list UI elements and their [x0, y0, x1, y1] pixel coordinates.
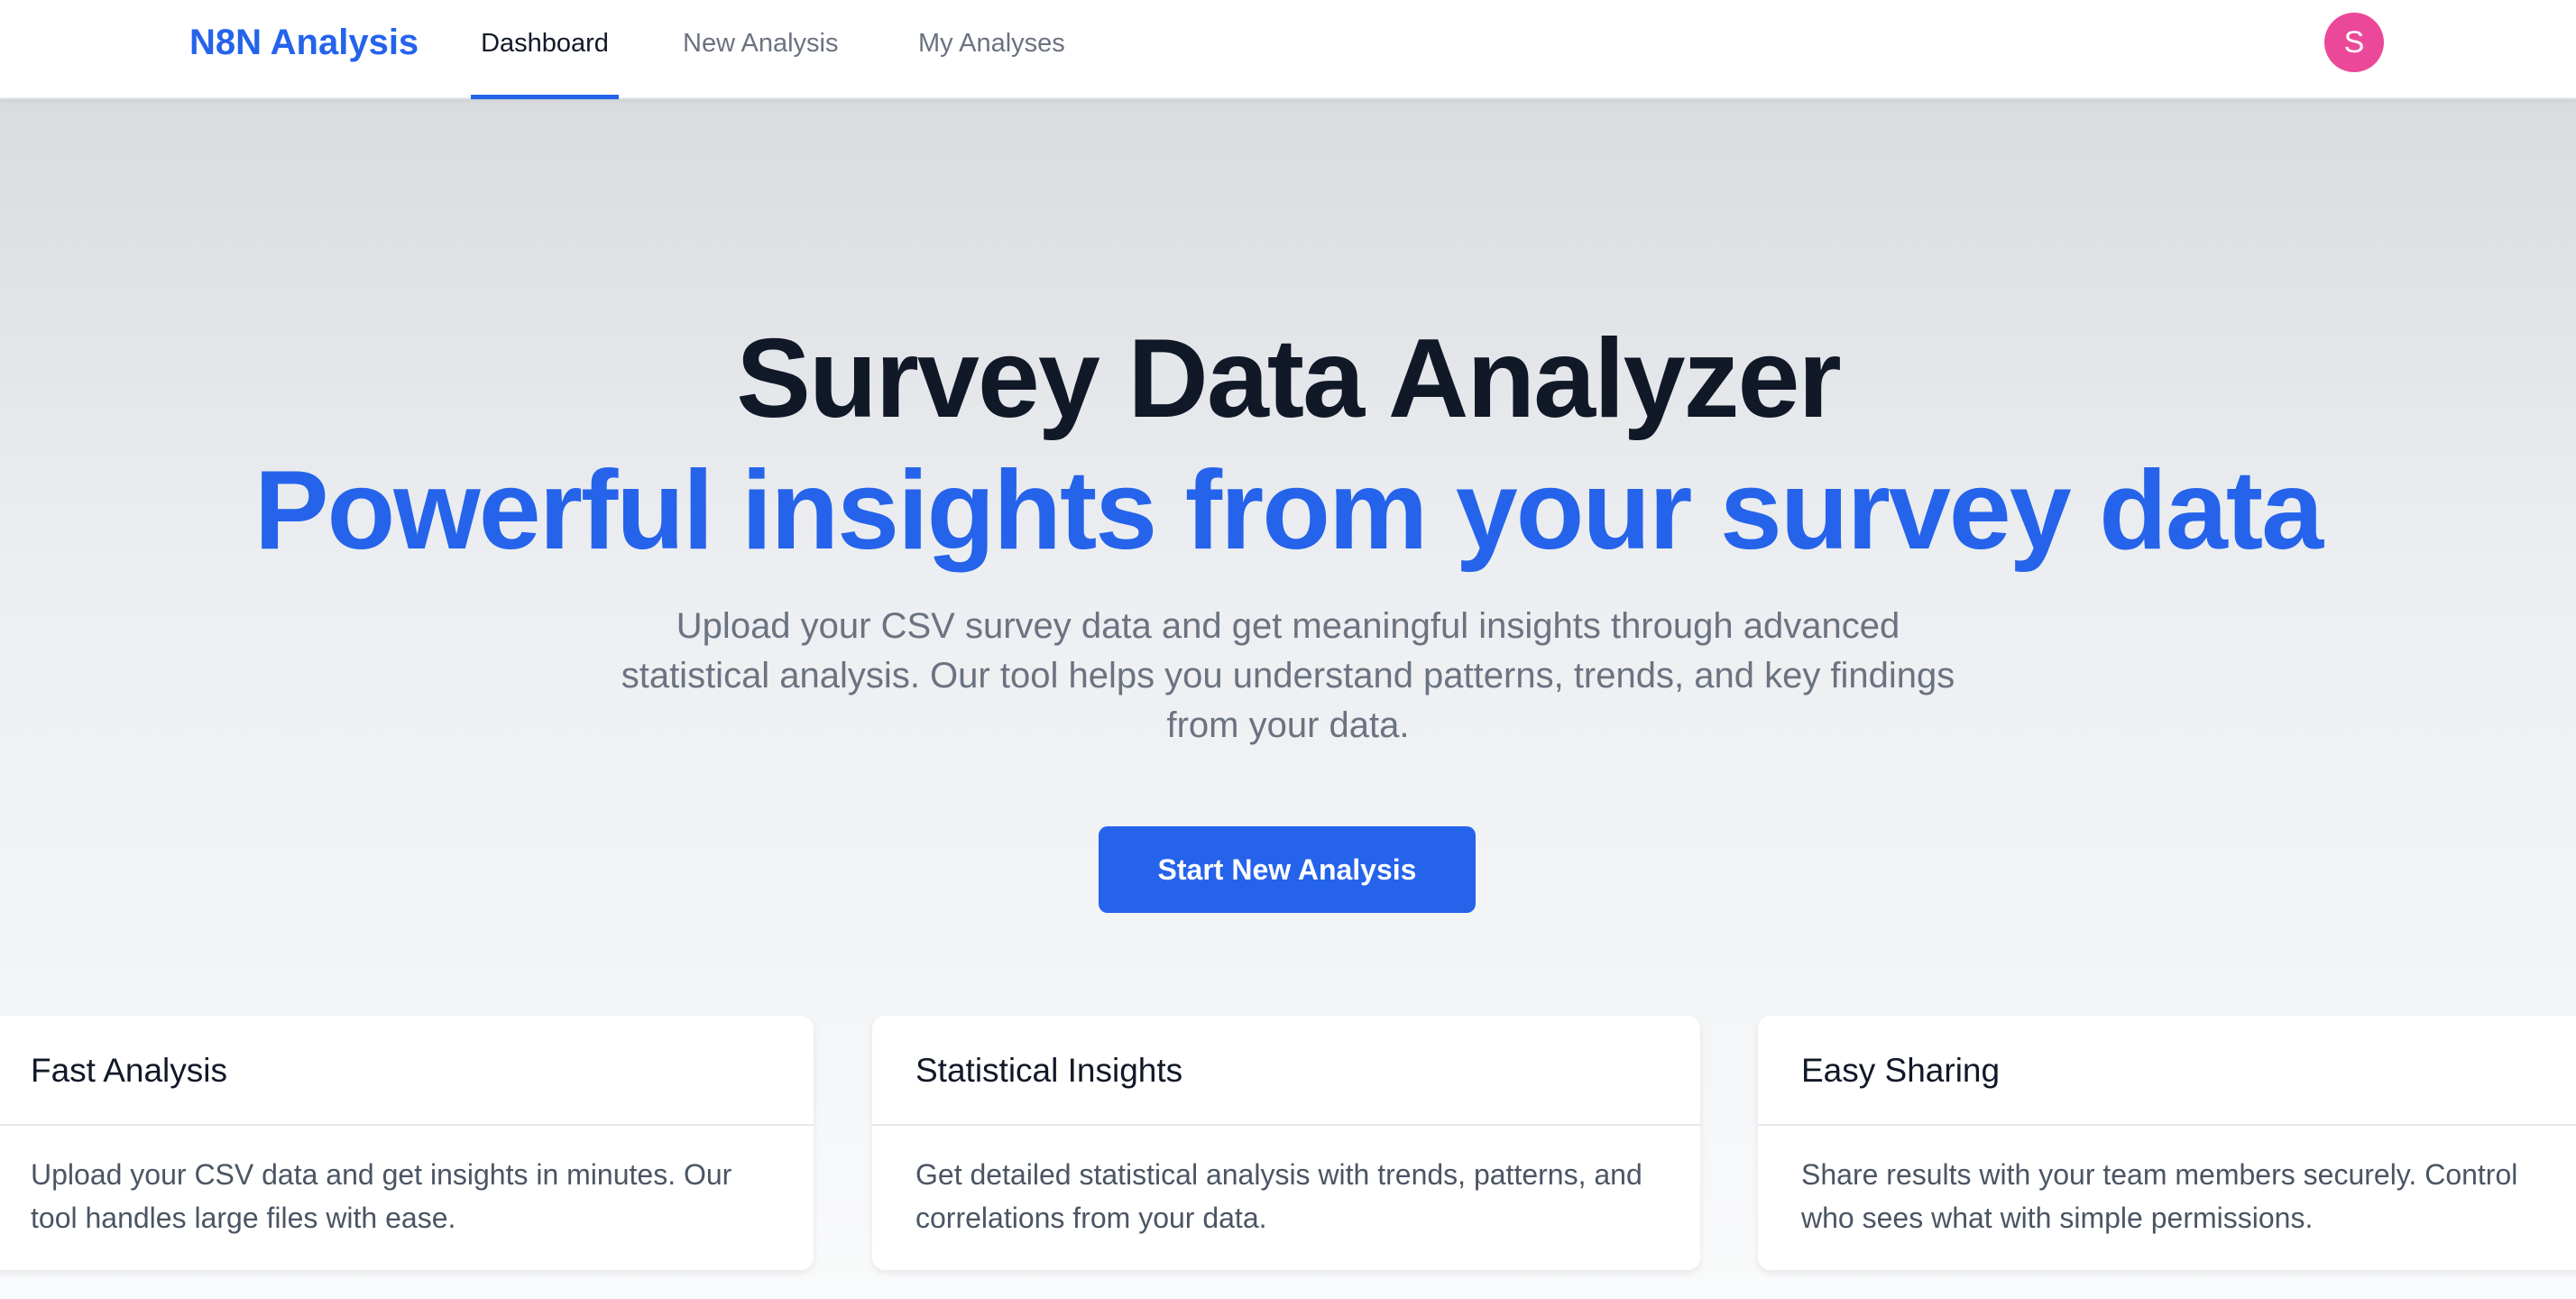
feature-card-easy-sharing: Easy Sharing Share results with your tea… [1758, 1016, 2576, 1270]
nav-link-dashboard[interactable]: Dashboard [471, 0, 619, 99]
feature-card-statistical-insights: Statistical Insights Get detailed statis… [872, 1016, 1700, 1270]
feature-card-fast-analysis: Fast Analysis Upload your CSV data and g… [0, 1016, 814, 1270]
hero-description: Upload your CSV survey data and get mean… [621, 606, 1955, 745]
feature-card-title: Fast Analysis [0, 1016, 814, 1126]
feature-card-body: Upload your CSV data and get insights in… [31, 1158, 732, 1234]
nav-link-new-analysis[interactable]: New Analysis [683, 0, 838, 99]
hero-subtitle: Powerful insights from your survey data [253, 448, 2323, 573]
top-navbar: N8N Analysis Dashboard New Analysis My A… [0, 0, 2576, 99]
feature-card-title: Easy Sharing [1758, 1016, 2576, 1126]
page-title: Survey Data Analyzer [736, 317, 1842, 441]
nav-link-my-analyses[interactable]: My Analyses [918, 0, 1065, 99]
start-new-analysis-button[interactable]: Start New Analysis [1099, 826, 1476, 913]
brand-logo[interactable]: N8N Analysis [189, 20, 419, 65]
feature-card-title: Statistical Insights [872, 1016, 1700, 1126]
feature-card-body: Share results with your team members sec… [1801, 1158, 2518, 1234]
feature-card-body: Get detailed statistical analysis with t… [915, 1158, 1642, 1234]
user-avatar[interactable]: S [2324, 13, 2384, 72]
